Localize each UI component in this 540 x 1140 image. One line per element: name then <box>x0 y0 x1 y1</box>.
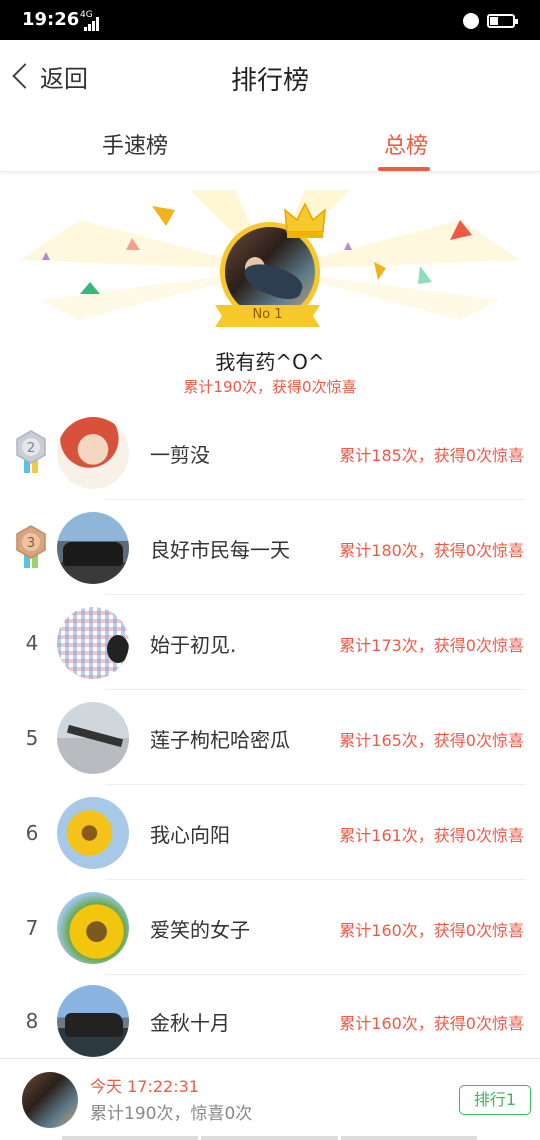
rank-badge-text: No 1 <box>252 307 283 322</box>
avatar[interactable] <box>57 512 129 584</box>
my-record-summary: 累计190次，惊喜0次 <box>90 1104 253 1124</box>
scroll-indicator <box>62 1136 477 1140</box>
list-item[interactable]: 6 我心向阳 累计161次，获得0次惊喜 <box>0 785 540 880</box>
rank-number: 4 <box>25 631 39 655</box>
signal-icon <box>84 17 100 31</box>
list-item[interactable]: 3 良好市民每一天 累计180次，获得0次惊喜 <box>0 500 540 595</box>
list-item[interactable]: 4 始于初见. 累计173次，获得0次惊喜 <box>0 595 540 690</box>
list-item[interactable]: 7 爱笑的女子 累计160次，获得0次惊喜 <box>0 880 540 975</box>
champion-section: No 1 我有药^O^ 累计190次，获得0次惊喜 <box>0 180 540 410</box>
avatar[interactable] <box>57 417 129 489</box>
rank-number: 5 <box>25 726 39 750</box>
bronze-medal-icon: 3 <box>16 525 46 568</box>
medal-rank: 2 <box>27 441 35 456</box>
tab-bar: 手速榜 总榜 <box>0 112 540 172</box>
rank-number: 6 <box>25 821 39 845</box>
user-stats: 累计165次，获得0次惊喜 <box>339 731 524 750</box>
champion-name: 我有药^O^ <box>215 350 325 374</box>
list-item[interactable]: 2 一剪没 累计185次，获得0次惊喜 <box>0 405 540 500</box>
user-name: 爱笑的女子 <box>150 918 250 942</box>
champion-stats: 累计190次，获得0次惊喜 <box>183 378 357 396</box>
user-stats: 累计160次，获得0次惊喜 <box>339 921 524 940</box>
avatar[interactable] <box>57 892 129 964</box>
user-stats: 累计185次，获得0次惊喜 <box>339 446 524 465</box>
medal-rank: 3 <box>27 536 35 551</box>
list-item[interactable]: 8 金秋十月 累计160次，获得0次惊喜 <box>0 973 540 1068</box>
user-name: 一剪没 <box>150 443 210 467</box>
user-name: 我心向阳 <box>150 823 230 847</box>
avatar[interactable] <box>57 985 129 1057</box>
status-time: 19:26 <box>22 9 80 30</box>
user-stats: 累计160次，获得0次惊喜 <box>339 1014 524 1033</box>
rank-number: 8 <box>25 1009 39 1033</box>
tab-speed-ranking[interactable]: 手速榜 <box>102 128 168 160</box>
user-stats: 累计173次，获得0次惊喜 <box>339 636 524 655</box>
user-name: 良好市民每一天 <box>150 538 290 562</box>
status-bar: 19:26 4G <box>0 0 540 40</box>
list-item[interactable]: 5 莲子枸杞哈密瓜 累计165次，获得0次惊喜 <box>0 690 540 785</box>
battery-icon <box>487 14 518 28</box>
user-stats: 累计180次，获得0次惊喜 <box>339 541 524 560</box>
user-stats: 累计161次，获得0次惊喜 <box>339 826 524 845</box>
crown-icon <box>284 202 326 238</box>
confetti-icon <box>152 206 175 226</box>
my-rank-button[interactable]: 排行1 <box>459 1085 531 1115</box>
avatar[interactable] <box>57 702 129 774</box>
my-avatar[interactable] <box>22 1072 78 1128</box>
tab-overall-ranking[interactable]: 总榜 <box>384 128 428 160</box>
page-title: 排行榜 <box>230 66 309 96</box>
silver-medal-icon: 2 <box>16 430 46 473</box>
active-tab-indicator <box>378 167 430 171</box>
rotation-lock-icon <box>463 13 479 29</box>
avatar[interactable] <box>57 797 129 869</box>
avatar[interactable] <box>57 607 129 679</box>
my-record-time: 今天 17:22:31 <box>90 1077 199 1096</box>
user-name: 莲子枸杞哈密瓜 <box>150 728 290 752</box>
nav-bar: 返回 排行榜 <box>0 40 540 112</box>
user-name: 始于初见. <box>150 633 237 657</box>
rank-number: 7 <box>25 916 39 940</box>
my-record-bar: 今天 17:22:31 累计190次，惊喜0次 排行1 <box>0 1058 540 1140</box>
user-name: 金秋十月 <box>150 1011 230 1035</box>
